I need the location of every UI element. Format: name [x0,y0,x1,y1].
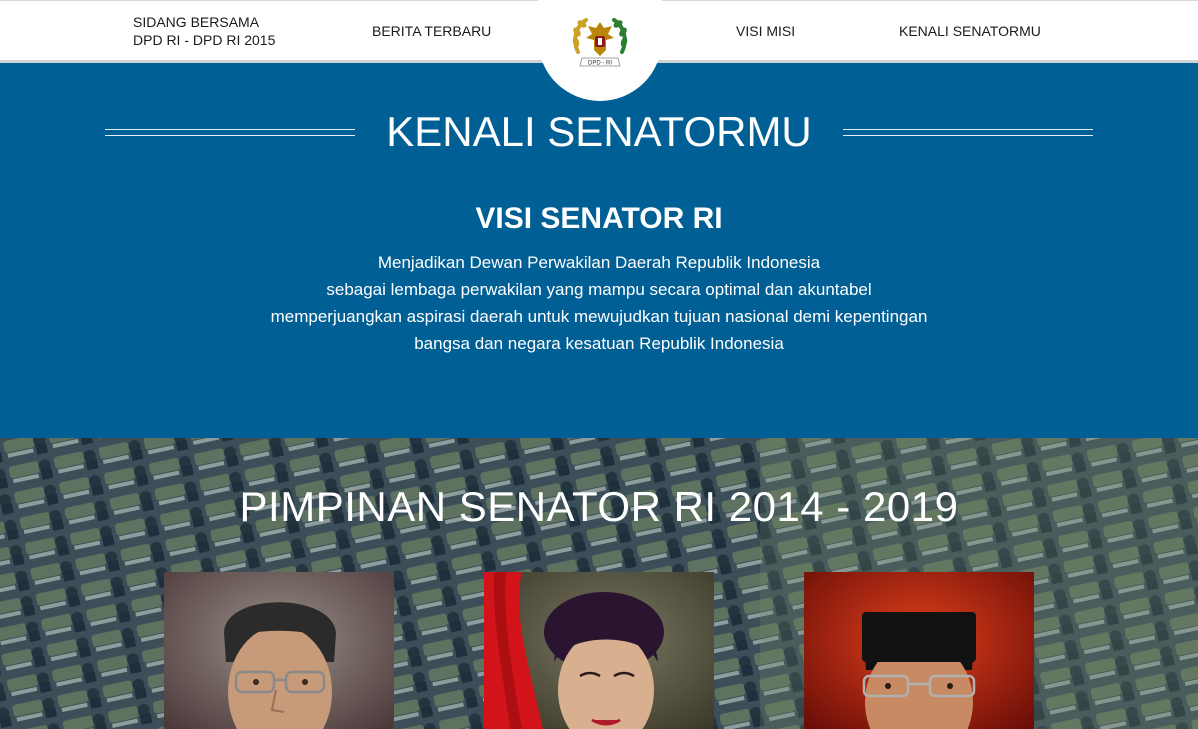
visi-line: bangsa dan negara kesatuan Republik Indo… [414,334,784,353]
senator-portrait-3[interactable] [804,572,1034,729]
visi-paragraph: Menjadikan Dewan Perwakilan Daerah Repub… [0,249,1198,357]
portrait-image [484,572,714,729]
page: SIDANG BERSAMA DPD RI - DPD RI 2015 BERI… [0,0,1198,729]
logo-caption: DPD - RI [588,61,612,67]
visi-line: memperjuangkan aspirasi daerah untuk mew… [270,307,928,326]
dpd-ri-logo-icon: DPD - RI [572,18,628,67]
portrait-image [804,572,1034,729]
visi-heading: VISI SENATOR RI [475,202,723,235]
visi-line: sebagai lembaga perwakilan yang mampu se… [326,280,872,299]
nav-sidang-line1: SIDANG BERSAMA [133,14,260,30]
nav-link-sidang-bersama[interactable]: SIDANG BERSAMA DPD RI - DPD RI 2015 [133,1,275,61]
nav-sidang-line2: DPD RI - DPD RI 2015 [133,32,276,48]
hero-section: KENALI SENATORMU VISI SENATOR RI Menjadi… [0,63,1198,438]
senator-portrait-2[interactable] [484,572,714,729]
portrait-image [164,572,394,729]
nav-link-kenali-senatormu[interactable]: KENALI SENATORMU [899,1,1041,61]
title-divider-right [843,129,1093,136]
hero-title-row: KENALI SENATORMU [105,107,1093,157]
visi-line: Menjadikan Dewan Perwakilan Daerah Repub… [377,253,821,272]
nav-link-visi-misi[interactable]: VISI MISI [736,1,795,61]
pimpinan-section: PIMPINAN SENATOR RI 2014 - 2019 [0,438,1198,729]
nav-link-berita-terbaru[interactable]: BERITA TERBARU [372,1,491,61]
senator-portrait-1[interactable] [164,572,394,729]
pimpinan-title: PIMPINAN SENATOR RI 2014 - 2019 [239,483,959,530]
